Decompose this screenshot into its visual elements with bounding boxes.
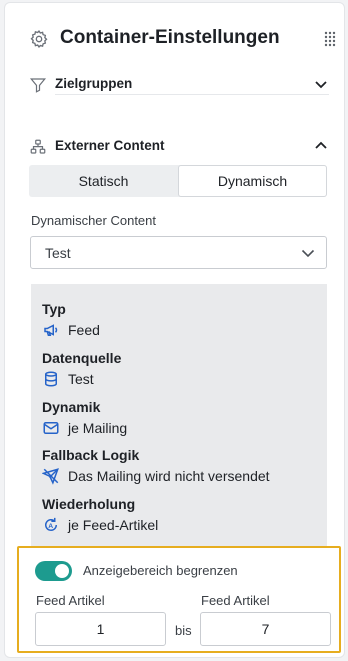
content-mode-switch: Statisch Dynamisch <box>29 165 327 197</box>
info-value-fallback: Das Mailing wird nicht versendet <box>68 468 270 484</box>
gear-icon <box>30 30 48 48</box>
chevron-down-icon <box>301 249 315 258</box>
repeat-icon: A <box>45 517 57 531</box>
svg-text:A: A <box>48 523 53 530</box>
hierarchy-icon <box>30 139 46 154</box>
info-value-datenquelle: Test <box>68 371 94 387</box>
filter-icon <box>29 78 47 93</box>
from-label: Feed Artikel <box>36 593 105 608</box>
info-value-dynamik: je Mailing <box>68 420 128 436</box>
mode-option-dynamic[interactable]: Dynamisch <box>178 165 327 197</box>
info-title-datenquelle: Datenquelle <box>42 350 122 366</box>
display-range-toggle[interactable] <box>35 561 72 581</box>
send-off-icon <box>42 468 59 485</box>
display-range-label: Anzeigebereich begrenzen <box>83 563 238 578</box>
info-title-wiederholung: Wiederholung <box>42 496 136 512</box>
info-title-dynamik: Dynamik <box>42 399 101 415</box>
section-zielgruppen[interactable]: Zielgruppen <box>29 73 329 97</box>
megaphone-icon <box>44 324 58 336</box>
mode-option-static[interactable]: Statisch <box>29 165 178 197</box>
database-icon <box>45 371 57 387</box>
grip-icon[interactable] <box>324 31 336 47</box>
chevron-down-icon[interactable] <box>313 76 329 92</box>
info-title-fallback: Fallback Logik <box>42 447 140 463</box>
range-separator: bis <box>175 623 192 638</box>
section-externer-content[interactable]: Externer Content <box>29 135 329 159</box>
info-value-wiederholung: je Feed-Artikel <box>68 517 159 533</box>
feed-info-box: Typ Feed Datenquelle Test Dynamik je Mai… <box>31 284 327 546</box>
dynamic-content-value: Test <box>45 245 71 261</box>
from-input[interactable]: 1 <box>35 612 166 646</box>
section-label: Zielgruppen <box>55 76 133 91</box>
info-title-typ: Typ <box>42 301 66 317</box>
info-value-typ: Feed <box>68 322 100 338</box>
display-range-box: Anzeigebereich begrenzen Feed Artikel 1 … <box>17 546 341 653</box>
dynamic-content-label: Dynamischer Content <box>31 213 156 228</box>
chevron-up-icon[interactable] <box>313 138 329 154</box>
dynamic-content-select[interactable]: Test <box>30 236 327 269</box>
section-label: Externer Content <box>55 138 165 153</box>
to-input[interactable]: 7 <box>200 612 331 646</box>
panel-title: Container-Einstellungen <box>60 27 280 48</box>
to-label: Feed Artikel <box>201 593 270 608</box>
envelope-icon <box>43 422 59 434</box>
panel-header: Container-Einstellungen <box>5 21 344 57</box>
toggle-knob <box>55 564 69 578</box>
container-settings-panel: Container-Einstellungen Zielgruppen Exte… <box>4 2 345 658</box>
divider <box>55 94 329 95</box>
